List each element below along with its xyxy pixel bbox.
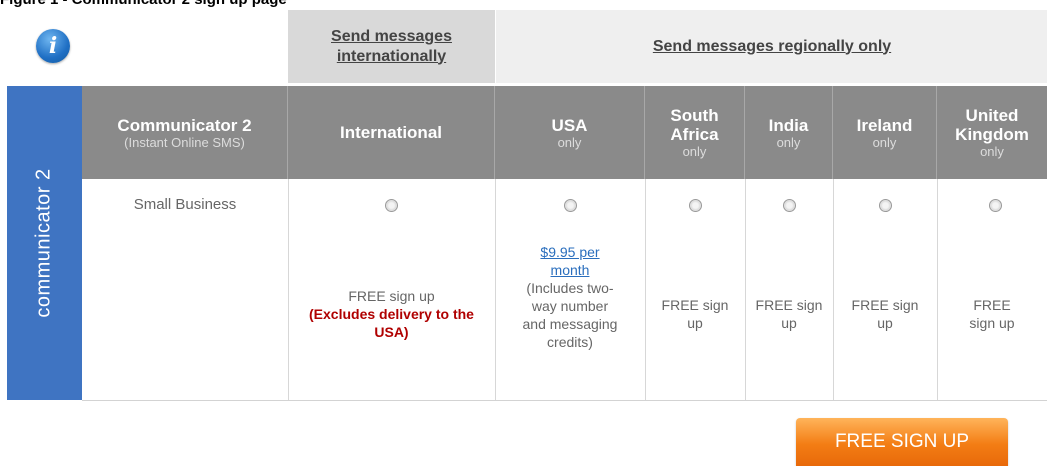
column-divider xyxy=(288,179,289,400)
usa-offer: $9.95 per month (Includes two-way number… xyxy=(520,243,620,351)
usa-price-link[interactable]: $9.95 per month xyxy=(520,243,620,279)
column-title: India xyxy=(768,115,809,135)
radio-uk[interactable] xyxy=(989,199,1002,212)
column-divider xyxy=(645,179,646,400)
column-title: USA xyxy=(551,115,588,135)
send-regionally-link[interactable]: Send messages regionally only xyxy=(653,37,891,57)
column-header-usa: USA only xyxy=(495,86,645,179)
radio-south-africa[interactable] xyxy=(689,199,702,212)
plan-name: Small Business xyxy=(133,196,237,213)
figure-caption: Figure 1 - Communicator 2 sign up page xyxy=(0,0,287,8)
column-title: Ireland xyxy=(856,115,913,135)
radio-ireland[interactable] xyxy=(879,199,892,212)
column-divider xyxy=(495,179,496,400)
column-subtitle: (Instant Online SMS) xyxy=(124,134,245,150)
ireland-offer: FREE sign up xyxy=(851,297,919,331)
radio-international[interactable] xyxy=(385,199,398,212)
radio-india[interactable] xyxy=(783,199,796,212)
column-divider xyxy=(937,179,938,400)
international-header: Send messages internationally xyxy=(288,10,495,83)
column-divider xyxy=(833,179,834,400)
international-exclusion-note: (Excludes delivery to the USA) xyxy=(309,306,474,340)
info-icon[interactable]: i xyxy=(36,29,70,63)
south-africa-offer: FREE sign up xyxy=(661,297,729,331)
usa-price-details: (Includes two-way number and messaging c… xyxy=(522,280,618,350)
column-header-ireland: Ireland only xyxy=(833,86,937,179)
send-internationally-link[interactable]: Send messages internationally xyxy=(307,27,477,67)
column-header-international: International xyxy=(288,86,495,179)
column-header-india: India only xyxy=(745,86,833,179)
column-subtitle: only xyxy=(872,134,897,150)
column-title: United Kingdom xyxy=(955,106,1029,144)
column-divider xyxy=(745,179,746,400)
regional-header: Send messages regionally only xyxy=(495,10,1047,83)
column-header-south-africa: South Africa only xyxy=(645,86,745,179)
column-header-product: Communicator 2 (Instant Online SMS) xyxy=(82,86,288,179)
column-header-uk: United Kingdom only xyxy=(937,86,1047,179)
column-title: International xyxy=(339,123,442,142)
column-title: Communicator 2 xyxy=(117,115,252,135)
free-signup-button[interactable]: FREE SIGN UP xyxy=(796,418,1008,466)
column-subtitle: only xyxy=(980,144,1004,159)
column-subtitle: only xyxy=(682,144,707,159)
column-title: South Africa xyxy=(670,106,719,144)
column-subtitle: only xyxy=(557,134,582,150)
uk-offer: FREE sign up xyxy=(969,297,1015,331)
india-offer: FREE sign up xyxy=(755,297,823,331)
radio-usa[interactable] xyxy=(564,199,577,212)
international-offer: FREE sign up (Excludes delivery to the U… xyxy=(298,287,485,341)
international-signup-text: FREE sign up xyxy=(348,288,435,304)
sidebar-label: communicator 2 xyxy=(32,168,55,318)
column-subtitle: only xyxy=(776,134,801,150)
